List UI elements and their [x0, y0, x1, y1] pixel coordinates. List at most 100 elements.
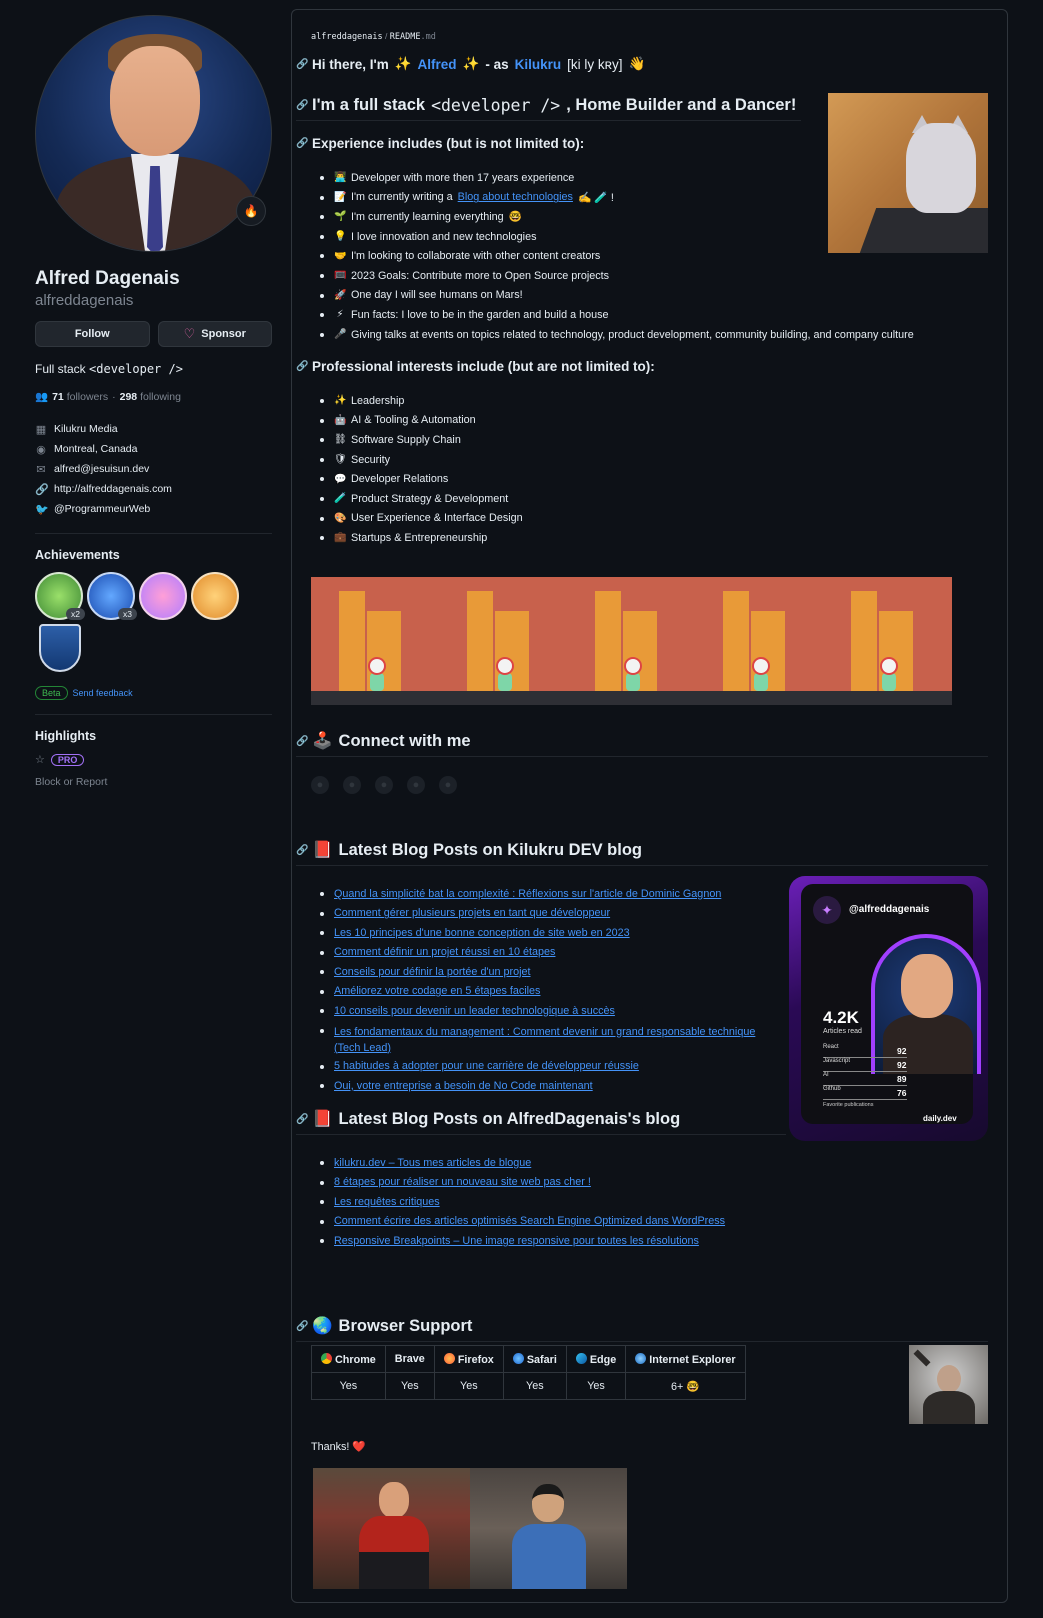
anchor-link-icon[interactable]: 🔗 — [296, 138, 308, 149]
email-row[interactable]: ✉ alfred@jesuisun.dev — [35, 459, 272, 479]
twitter-icon[interactable]: ● — [343, 776, 361, 794]
profile-username: alfreddagenais — [35, 292, 134, 309]
achievements-title[interactable]: Achievements — [35, 548, 272, 562]
speech-bubble-icon: 💬 — [334, 473, 347, 485]
location-row: ◉ Montreal, Canada — [35, 439, 272, 459]
anchor-link-icon[interactable]: 🔗 — [296, 100, 308, 111]
heart-icon: ♡ — [183, 326, 196, 341]
list-item: Les 10 principes d'une bonne conception … — [312, 923, 772, 943]
anchor-link-icon[interactable]: 🔗 — [296, 845, 308, 856]
anchor-link-icon[interactable]: 🔗 — [296, 1321, 308, 1332]
table-header: Firefox — [433, 1345, 504, 1373]
yolo-badge[interactable] — [139, 572, 187, 620]
status-fire-icon[interactable]: 🔥 — [236, 196, 266, 226]
blog-post-link[interactable]: 5 habitudes à adopter pour une carrière … — [334, 1060, 639, 1072]
globe-icon[interactable]: ● — [311, 776, 329, 794]
list-item: 🤖 AI & Tooling & Automation — [312, 411, 712, 431]
anchor-link-icon[interactable]: 🔗 — [296, 1114, 308, 1125]
sponsor-button[interactable]: ♡ Sponsor — [157, 321, 272, 347]
readme-card: alfreddagenais / README.md 🔗 Hi there, I… — [291, 9, 1008, 1603]
alias-highlight: Kilukru — [514, 56, 562, 72]
table-header: Safari — [502, 1345, 567, 1373]
wave-icon: 👋 — [628, 56, 646, 71]
robot-icon: 🤖 — [334, 414, 347, 426]
edge-icon — [575, 1352, 587, 1364]
instagram-icon[interactable]: ● — [407, 776, 425, 794]
achievement-badges: x2 x3 — [35, 572, 245, 672]
follow-stats: 👥 71 followers · 298 following — [35, 390, 272, 404]
blog-post-link[interactable]: 10 conseils pour devenir un leader techn… — [334, 1005, 615, 1017]
briefcase-icon: 💼 — [334, 532, 347, 544]
twitter-link[interactable]: @ProgrammeurWeb — [54, 503, 150, 515]
blog-post-link[interactable]: kilukru.dev – Tous mes articles de blogu… — [334, 1157, 531, 1169]
kilukru-blog-heading: 🔗 📕 Latest Blog Posts on Kilukru DEV blo… — [296, 836, 988, 866]
pull-shark-badge[interactable]: x3 — [87, 572, 137, 620]
table-header: Edge — [565, 1345, 627, 1373]
blog-link[interactable]: Blog about technologies — [458, 191, 573, 203]
sparkles-icon: ✨ — [462, 56, 480, 71]
list-item: Les fondamentaux du management : Comment… — [312, 1021, 772, 1057]
blog-post-link[interactable]: 8 étapes pour réaliser un nouveau site w… — [334, 1176, 591, 1188]
blog-post-link[interactable]: Responsive Breakpoints – Une image respo… — [334, 1235, 699, 1247]
list-item: 10 conseils pour devenir un leader techn… — [312, 1001, 772, 1021]
company-row: ▦ Kilukru Media — [35, 419, 272, 439]
blog-post-link[interactable]: Quand la simplicité bat la complexité : … — [334, 888, 721, 900]
bio-text: Full stack — [35, 362, 90, 376]
arctic-code-vault-badge[interactable] — [39, 624, 81, 672]
experience-heading: 🔗 Experience includes (but is not limite… — [296, 136, 585, 151]
email-link[interactable]: alfred@jesuisun.dev — [54, 463, 149, 475]
blog-post-link[interactable]: Oui, votre entreprise a besoin de No Cod… — [334, 1080, 593, 1092]
blog-post-link[interactable]: Conseils pour définir la portée d'un pro… — [334, 966, 531, 978]
followers-link[interactable]: 71 followers — [52, 391, 108, 403]
link-icon: 🔗 — [35, 483, 49, 496]
picard-gif — [313, 1468, 470, 1589]
website-row[interactable]: 🔗 http://alfreddagenais.com — [35, 479, 272, 499]
handshake-icon: 🤝 — [334, 250, 347, 262]
safari-icon — [512, 1352, 524, 1364]
list-item: ⚡ Fun facts: I love to be in the garden a… — [312, 305, 972, 325]
website-link[interactable]: http://alfreddagenais.com — [54, 483, 172, 495]
blog-post-link[interactable]: Les 10 principes d'une bonne conception … — [334, 927, 630, 939]
blog-post-link[interactable]: Les requêtes critiques — [334, 1196, 440, 1208]
table-cell: Yes — [433, 1372, 504, 1400]
book-icon: 📕 — [312, 841, 333, 859]
list-item: 5 habitudes à adopter pour une carrière … — [312, 1057, 772, 1077]
conductor-gif — [909, 1345, 988, 1424]
follow-button[interactable]: Follow — [35, 321, 150, 347]
experience-list: 👨‍💻 Developer with more then 17 years exp… — [312, 168, 972, 344]
block-or-report-link[interactable]: Block or Report — [35, 776, 272, 788]
list-item: 👨‍💻 Developer with more then 17 years exp… — [312, 168, 972, 188]
breadcrumb: alfreddagenais / README.md — [311, 31, 436, 42]
articles-read-label: Articles read — [823, 1028, 862, 1035]
connect-heading: 🔗 🕹️ Connect with me — [296, 727, 988, 757]
pair-extraordinaire-badge[interactable]: x2 — [35, 572, 85, 620]
blog-post-link[interactable]: Comment définir un projet réussi en 10 é… — [334, 946, 555, 958]
following-link[interactable]: 298 following — [120, 391, 181, 403]
anchor-link-icon[interactable]: 🔗 — [296, 361, 308, 372]
blog-post-link[interactable]: Améliorez votre codage en 5 étapes facil… — [334, 985, 540, 997]
daily-dev-logo-icon: ✦ — [813, 896, 841, 924]
blog-post-link[interactable]: Les fondamentaux du management : Comment… — [334, 1024, 755, 1056]
list-item: Responsive Breakpoints – Une image respo… — [312, 1231, 812, 1251]
daily-dev-card[interactable]: ✦ @alfreddagenais 4.2K Articles read Rea… — [789, 876, 988, 1141]
list-item: 💡 I love innovation and new technologies — [312, 227, 972, 247]
quickdraw-badge[interactable] — [191, 572, 239, 620]
joystick-icon: 🕹️ — [312, 732, 333, 750]
breadcrumb-user[interactable]: alfreddagenais — [311, 32, 383, 42]
list-item: 🛡 Security — [312, 450, 712, 470]
list-item: ✨ Leadership — [312, 391, 712, 411]
anchor-link-icon[interactable]: 🔗 — [296, 59, 308, 70]
profile-details: ▦ Kilukru Media ◉ Montreal, Canada ✉ alfred… — [35, 419, 272, 519]
blog-post-link[interactable]: Comment gérer plusieurs projets en tant … — [334, 907, 610, 919]
location: Montreal, Canada — [54, 443, 138, 455]
goal-icon: 🥅 — [334, 270, 347, 282]
twitter-row[interactable]: 🐦 @ProgrammeurWeb — [35, 499, 272, 519]
blog-post-link[interactable]: Comment écrire des articles optimisés Se… — [334, 1215, 725, 1227]
send-feedback-link[interactable]: Send feedback — [73, 688, 133, 698]
profile-bio: Full stack <developer /> — [35, 362, 272, 376]
anchor-link-icon[interactable]: 🔗 — [296, 736, 308, 747]
chrome-icon — [321, 1352, 332, 1364]
linkedin-icon[interactable]: ● — [375, 776, 393, 794]
star-icon: ☆ — [35, 754, 45, 766]
facebook-icon[interactable]: ● — [439, 776, 457, 794]
